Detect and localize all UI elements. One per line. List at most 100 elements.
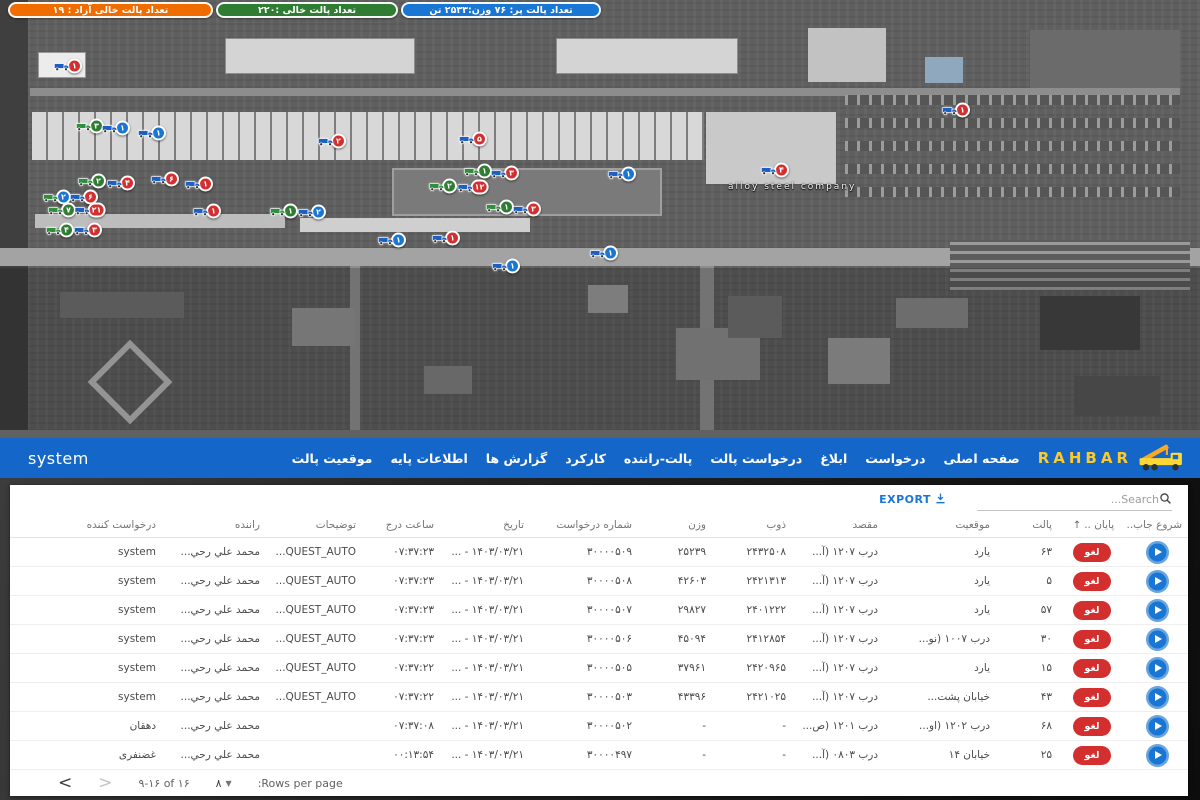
pallet-marker[interactable]: ۷: [48, 201, 76, 220]
table-row: لغو۲۵خیابان ۱۴درب ۰۸۰۳ (آ...--۳۰۰۰۰۴۹۷۱۴…: [10, 741, 1188, 770]
cancel-button[interactable]: لغو: [1073, 543, 1112, 562]
pallet-marker[interactable]: ۱: [378, 231, 406, 250]
logged-in-user-label: system: [28, 449, 89, 468]
pallet-marker[interactable]: ۱: [102, 119, 130, 138]
nav-item-5[interactable]: کارکرد: [565, 451, 606, 466]
pallet-marker[interactable]: ۵: [459, 130, 487, 149]
cancel-button[interactable]: لغو: [1073, 572, 1112, 591]
cell-request-no: ۳۰۰۰۰۵۰۶: [530, 625, 638, 654]
blue-truck-icon: [151, 170, 167, 189]
nav-item-1[interactable]: درخواست: [865, 451, 925, 466]
cell-destination: درب ۱۲۰۷ (آ...: [792, 683, 884, 712]
map-building: [808, 28, 886, 82]
column-header-melt[interactable]: ذوب: [712, 513, 792, 538]
green-truck-icon: [48, 201, 64, 220]
pallet-marker[interactable]: ۱: [432, 229, 460, 248]
pallet-marker[interactable]: ۲: [429, 177, 457, 196]
pallet-marker[interactable]: ۱: [942, 101, 970, 120]
start-job-button[interactable]: [1146, 570, 1169, 593]
pallet-marker[interactable]: ۱: [492, 257, 520, 276]
cancel-button[interactable]: لغو: [1073, 601, 1112, 620]
nav-item-2[interactable]: ابلاغ: [820, 451, 847, 466]
pallet-marker[interactable]: ۳: [76, 117, 104, 136]
pallet-marker[interactable]: ۱: [608, 165, 636, 184]
start-job-button[interactable]: [1146, 657, 1169, 680]
table-row: لغو۱۵یارددرب ۱۲۰۷ (آ...۲۴۲۰۹۶۵۳۷۹۶۱۳۰۰۰۰…: [10, 654, 1188, 683]
pallet-marker[interactable]: ۲: [298, 203, 326, 222]
rahbar-logo[interactable]: RAHBAR: [1038, 441, 1186, 475]
column-header-start-job[interactable]: شروع جاب..: [1126, 513, 1188, 538]
pallet-marker[interactable]: ۴: [761, 161, 789, 180]
pallet-marker[interactable]: ۱: [486, 198, 514, 217]
nav-item-3[interactable]: درخواست پالت: [710, 451, 802, 466]
nav-item-7[interactable]: اطلاعات پایه: [390, 451, 467, 466]
green-truck-icon: [76, 117, 92, 136]
cell-start-job: [1126, 683, 1188, 712]
cell-date: ۱۴۰۳/۰۳/۲۱ - ...: [440, 567, 530, 596]
column-header-end[interactable]: پایان ..↑: [1058, 513, 1126, 538]
cell-end: لغو: [1058, 741, 1126, 770]
cell-time: ۰۷:۳۷:۲۳: [362, 596, 440, 625]
map-building: [1030, 30, 1180, 88]
pallet-marker[interactable]: ۱۲: [458, 178, 489, 197]
cell-date: ۱۴۰۳/۰۳/۲۱ - ...: [440, 538, 530, 567]
cell-melt: ۲۴۲۱۳۱۳: [712, 567, 792, 596]
search-input[interactable]: [977, 493, 1159, 506]
pallet-marker[interactable]: ۴: [107, 174, 135, 193]
cell-time: ۰۷:۳۷:۲۲: [362, 683, 440, 712]
export-button[interactable]: EXPORT: [879, 492, 947, 508]
column-header-request-number[interactable]: شماره درخواست: [530, 513, 638, 538]
pallet-marker[interactable]: ۱: [193, 202, 221, 221]
pallet-marker[interactable]: ۳: [74, 221, 102, 240]
cell-time: ۰۷:۳۷:۲۳: [362, 538, 440, 567]
start-job-button[interactable]: [1146, 744, 1169, 767]
cancel-button[interactable]: لغو: [1073, 659, 1112, 678]
play-icon: [1155, 722, 1162, 730]
start-job-button[interactable]: [1146, 541, 1169, 564]
column-header-insert-time[interactable]: ساعت درج: [362, 513, 440, 538]
column-header-location[interactable]: موقعیت: [884, 513, 996, 538]
pallet-marker[interactable]: ۲۱: [75, 201, 106, 220]
column-header-driver[interactable]: راننده: [162, 513, 266, 538]
pallet-marker[interactable]: ۶: [151, 170, 179, 189]
nav-item-0[interactable]: صفحه اصلی: [944, 451, 1020, 466]
pallet-marker[interactable]: ۲: [318, 132, 346, 151]
start-job-button[interactable]: [1146, 628, 1169, 651]
pallet-marker[interactable]: ۱: [54, 57, 82, 76]
pallet-marker[interactable]: ۳: [513, 200, 541, 219]
blue-truck-icon: [138, 124, 154, 143]
nav-item-4[interactable]: پالت-راننده: [624, 451, 692, 466]
cell-comment: QUEST_AUTO...: [266, 567, 362, 596]
column-header-destination[interactable]: مقصد: [792, 513, 884, 538]
start-job-button[interactable]: [1146, 715, 1169, 738]
map-building: [845, 164, 1180, 174]
pallet-marker[interactable]: ۱: [185, 175, 213, 194]
pallet-marker[interactable]: ۱: [138, 124, 166, 143]
nav-item-6[interactable]: گزارش ها: [486, 451, 548, 466]
pallet-marker[interactable]: ۴: [46, 221, 74, 240]
blue-truck-icon: [458, 178, 474, 197]
column-header-comments[interactable]: توضیحات: [266, 513, 362, 538]
chevron-left-button[interactable]: <: [58, 775, 72, 792]
column-header-requester[interactable]: درخواست کننده: [10, 513, 162, 538]
cancel-button[interactable]: لغو: [1073, 717, 1112, 736]
chevron-right-button[interactable]: >: [98, 775, 112, 792]
nav-item-8[interactable]: موقعیت پالت: [292, 451, 373, 466]
rows-per-page-select[interactable]: ۸ ▼: [216, 777, 232, 790]
cancel-button[interactable]: لغو: [1073, 688, 1112, 707]
pallet-marker[interactable]: ۳: [491, 164, 519, 183]
table-toolbar: EXPORT: [10, 485, 1188, 513]
column-header-weight[interactable]: وزن: [638, 513, 712, 538]
pallet-marker[interactable]: ۱: [270, 202, 298, 221]
start-job-button[interactable]: [1146, 686, 1169, 709]
cancel-button[interactable]: لغو: [1073, 746, 1112, 765]
pagination-range-label: ۹-۱۶ of ۱۶: [139, 777, 190, 790]
start-job-button[interactable]: [1146, 599, 1169, 622]
cell-pallet: ۶۳: [996, 538, 1058, 567]
pallet-marker[interactable]: ۱: [590, 244, 618, 263]
map-building: [225, 38, 415, 74]
column-header-pallet[interactable]: پالت: [996, 513, 1058, 538]
cancel-button[interactable]: لغو: [1073, 630, 1112, 649]
cell-requester: system: [10, 538, 162, 567]
column-header-date[interactable]: تاریخ: [440, 513, 530, 538]
